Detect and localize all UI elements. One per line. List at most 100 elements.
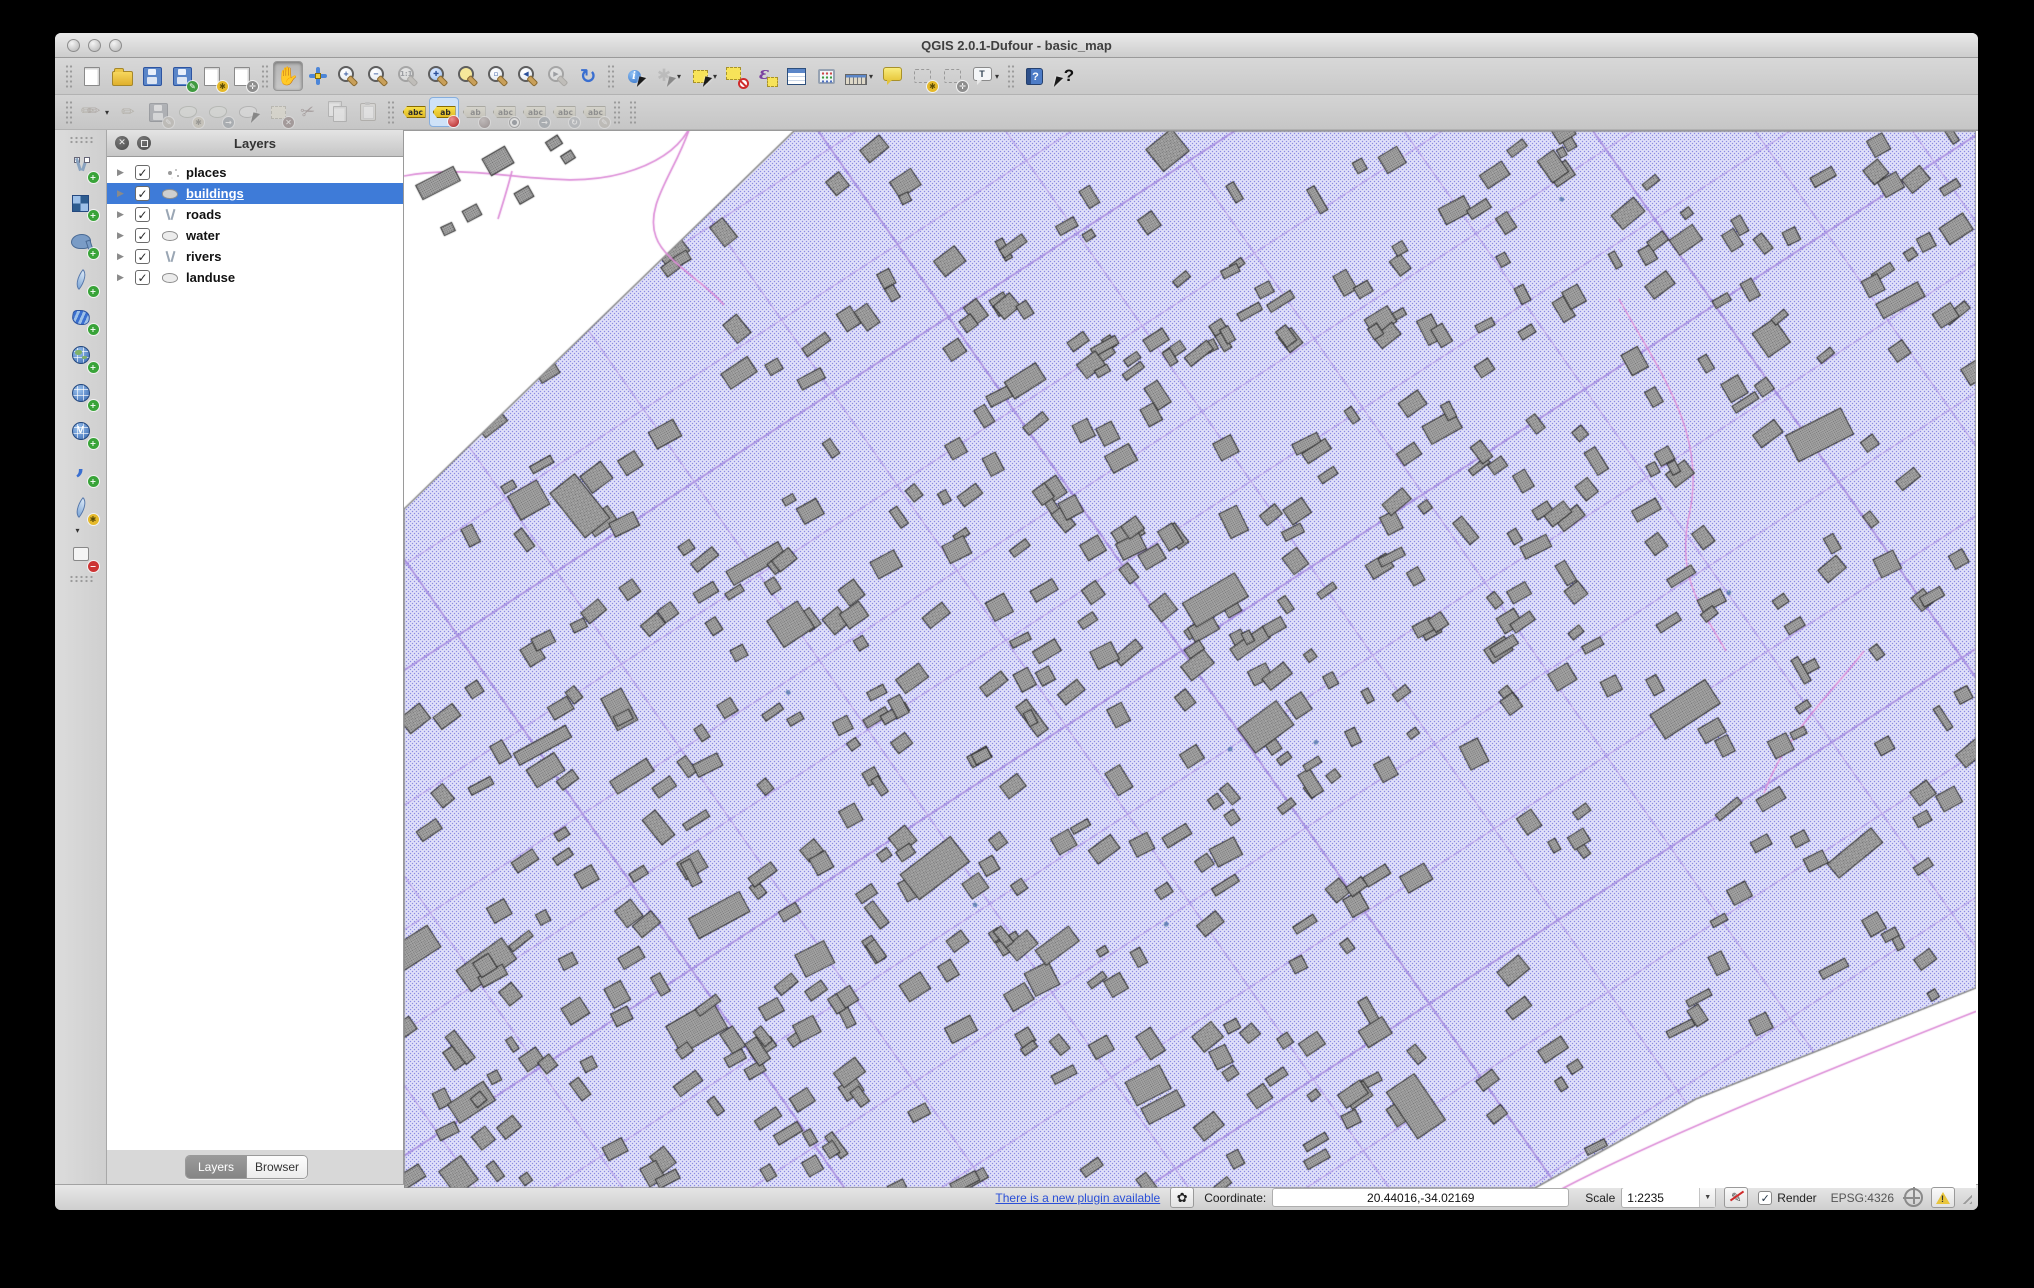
add-wfs-layer-icon[interactable]: V+ xyxy=(64,414,98,448)
toolbar-handle[interactable] xyxy=(629,100,637,124)
open-project-icon[interactable] xyxy=(107,61,137,91)
zoom-out-icon[interactable]: − xyxy=(363,61,393,91)
add-feature-icon: ✱ xyxy=(173,97,203,127)
add-mssql-layer-icon[interactable]: + xyxy=(64,300,98,334)
labeling-icon[interactable]: abc xyxy=(399,97,429,127)
toolbar-handle[interactable] xyxy=(69,136,93,144)
tab-layers[interactable]: Layers xyxy=(186,1156,246,1178)
composer-manager-icon[interactable]: ✛ xyxy=(227,61,257,91)
map-canvas[interactable] xyxy=(404,131,1976,1188)
refresh-icon[interactable]: ↻ xyxy=(573,61,603,91)
expand-arrow-icon[interactable]: ▶ xyxy=(117,272,127,283)
whats-this-icon[interactable]: ? xyxy=(1049,61,1079,91)
deselect-features-icon[interactable] xyxy=(721,61,751,91)
dropdown-arrow-icon[interactable]: ▾ xyxy=(76,526,84,535)
wrench-badge-icon: ✛ xyxy=(247,81,258,92)
log-messages-icon[interactable] xyxy=(1931,1187,1955,1208)
plugin-manager-icon[interactable]: ✿ xyxy=(1170,1187,1194,1208)
layer-name: roads xyxy=(186,207,221,222)
plus-badge-icon: + xyxy=(88,248,99,259)
new-plugin-link[interactable]: There is a new plugin available xyxy=(995,1191,1160,1205)
select-by-expression-icon[interactable]: ε xyxy=(751,61,781,91)
coordinate-label: Coordinate: xyxy=(1204,1191,1266,1205)
layer-row-rivers[interactable]: ▶✓rivers xyxy=(107,246,403,267)
identify-features-icon[interactable]: i xyxy=(619,61,649,91)
toolbar-handle[interactable] xyxy=(65,100,73,124)
zoom-full-icon[interactable]: ✚ xyxy=(423,61,453,91)
zoom-in-icon[interactable]: + xyxy=(333,61,363,91)
measure-icon[interactable] xyxy=(841,61,871,91)
copy-features-icon xyxy=(323,97,353,127)
map-tips-icon[interactable] xyxy=(877,61,907,91)
new-bookmark-icon[interactable]: ✱ xyxy=(907,61,937,91)
toolbar-handle[interactable] xyxy=(1007,64,1015,88)
toolbar-handle[interactable] xyxy=(261,64,269,88)
zoom-to-layer-icon[interactable]: ▫ xyxy=(483,61,513,91)
new-print-composer-icon[interactable]: ✱ xyxy=(197,61,227,91)
expand-arrow-icon[interactable]: ▶ xyxy=(117,230,127,241)
add-delimited-text-layer-icon[interactable]: ,+ xyxy=(64,452,98,486)
star-badge-icon: ✱ xyxy=(88,514,99,525)
layer-visibility-checkbox[interactable]: ✓ xyxy=(135,165,150,180)
pin-unpin-labels-icon[interactable]: ab xyxy=(429,97,459,127)
paste-features-icon xyxy=(353,97,383,127)
text-annotation-icon[interactable]: T xyxy=(967,61,997,91)
expand-arrow-icon[interactable]: ▶ xyxy=(117,188,127,199)
expand-arrow-icon[interactable]: ▶ xyxy=(117,209,127,220)
layer-row-water[interactable]: ▶ ✓ water xyxy=(107,225,403,246)
add-raster-layer-icon[interactable]: + xyxy=(64,186,98,220)
layer-visibility-checkbox[interactable]: ✓ xyxy=(135,270,150,285)
toolbar-handle[interactable] xyxy=(65,64,73,88)
plus-badge-icon: + xyxy=(88,438,99,449)
zoom-to-selection-icon[interactable] xyxy=(453,61,483,91)
layer-type-icon xyxy=(160,250,180,263)
show-bookmarks-icon[interactable]: ✛ xyxy=(937,61,967,91)
toolbar-handle[interactable] xyxy=(607,64,615,88)
toolbar-handle[interactable] xyxy=(69,575,93,583)
select-features-icon[interactable] xyxy=(685,61,715,91)
pencil-badge-icon: ✎ xyxy=(599,117,610,128)
scale-dropdown-icon[interactable]: ▼ xyxy=(1699,1188,1715,1207)
toolbar-handle[interactable] xyxy=(613,100,621,124)
minus-badge-icon: − xyxy=(88,561,99,572)
layer-row-roads[interactable]: ▶ ✓ roads xyxy=(107,204,403,225)
crs-status-icon[interactable] xyxy=(1904,1188,1923,1207)
add-spatialite-layer-icon[interactable]: + xyxy=(64,262,98,296)
layer-name: water xyxy=(186,228,220,243)
help-contents-icon[interactable]: ? xyxy=(1019,61,1049,91)
layer-visibility-checkbox[interactable]: ✓ xyxy=(135,249,150,264)
save-project-icon[interactable] xyxy=(137,61,167,91)
render-checkbox[interactable]: ✓ xyxy=(1758,1191,1772,1205)
expand-arrow-icon[interactable]: ▶ xyxy=(117,251,127,262)
screen: QGIS 2.0.1-Dufour - basic_map ✎✱✛✋+−1:1✚… xyxy=(0,0,2034,1288)
add-vector-layer-icon[interactable]: + xyxy=(64,148,98,182)
delete-selected-icon: ✕ xyxy=(263,97,293,127)
layer-row-buildings[interactable]: ▶✓buildings xyxy=(107,183,403,204)
zoom-last-icon[interactable]: ◀ xyxy=(513,61,543,91)
layer-visibility-checkbox[interactable]: ✓ xyxy=(135,186,150,201)
add-postgis-layer-icon[interactable]: + xyxy=(64,224,98,258)
layer-visibility-checkbox[interactable]: ✓ xyxy=(135,228,150,243)
layer-visibility-checkbox[interactable]: ✓ xyxy=(135,207,150,222)
scale-combo[interactable]: 1:2235 ▼ xyxy=(1621,1187,1716,1208)
layer-row-places[interactable]: ▶✓places xyxy=(107,162,403,183)
add-wms-layer-icon[interactable]: + xyxy=(64,338,98,372)
coordinate-input[interactable] xyxy=(1272,1188,1569,1207)
attribute-table-icon[interactable] xyxy=(781,61,811,91)
expand-arrow-icon[interactable]: ▶ xyxy=(117,167,127,178)
field-calculator-icon[interactable] xyxy=(811,61,841,91)
pan-to-selection-icon[interactable] xyxy=(303,61,333,91)
add-wcs-layer-icon[interactable]: + xyxy=(64,376,98,410)
tab-browser[interactable]: Browser xyxy=(246,1156,307,1178)
remove-layer-icon[interactable]: − xyxy=(64,537,98,571)
stop-render-icon[interactable]: ✎ xyxy=(1724,1187,1748,1208)
resize-grip[interactable] xyxy=(1959,1191,1972,1204)
save-project-as-icon[interactable]: ✎ xyxy=(167,61,197,91)
pan-map-icon[interactable]: ✋ xyxy=(273,61,303,91)
qgis-window: QGIS 2.0.1-Dufour - basic_map ✎✱✛✋+−1:1✚… xyxy=(55,33,1978,1210)
layer-row-landuse[interactable]: ▶✓landuse xyxy=(107,267,403,288)
toolbar-handle[interactable] xyxy=(387,100,395,124)
new-shapefile-layer-icon[interactable]: ✱ xyxy=(64,490,98,524)
new-project-icon[interactable] xyxy=(77,61,107,91)
current-edits-icon: ✏✏ xyxy=(77,97,107,127)
